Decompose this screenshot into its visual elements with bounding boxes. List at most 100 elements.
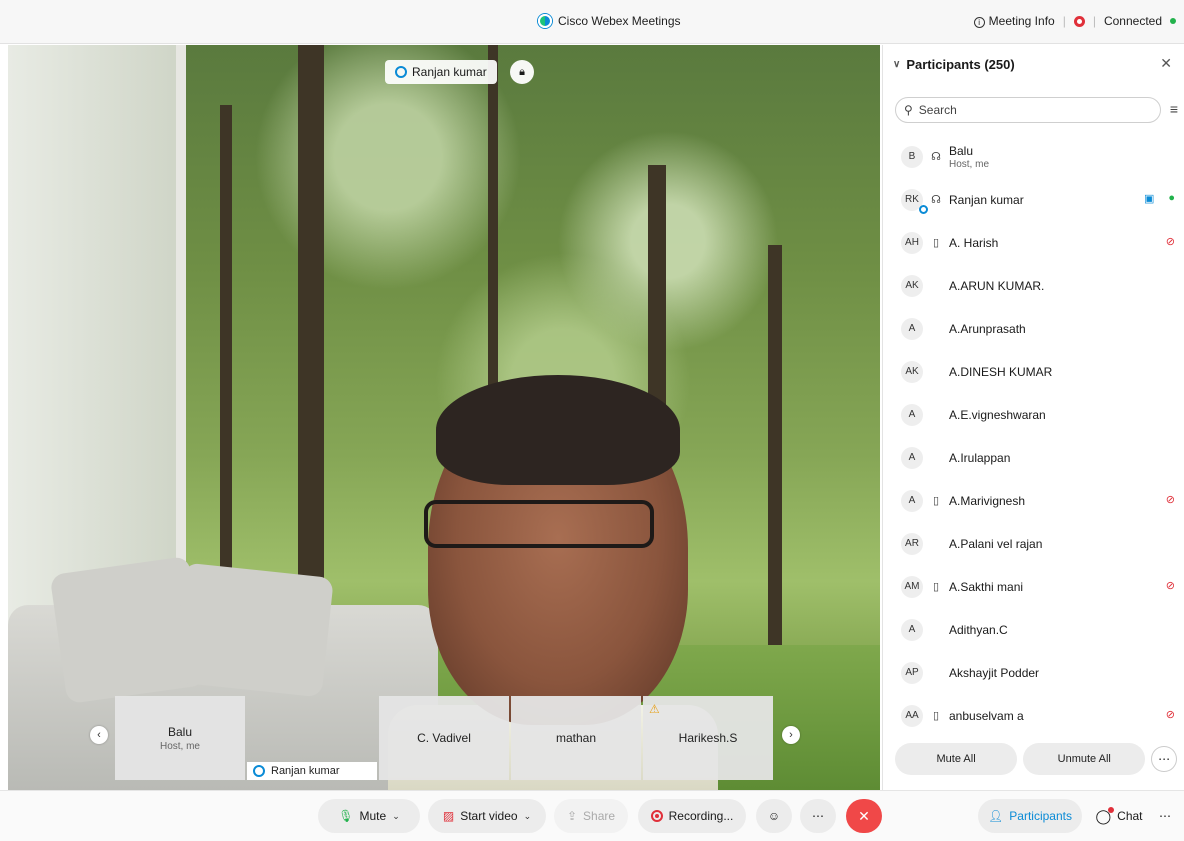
share-label: Share [583,809,616,823]
participants-panel: ∨ Participants (250) ✕ ⚲ Search ≡ B ☊ Balu… [882,45,1184,790]
participants-button[interactable]: 👤︎ Participants [978,799,1082,833]
participant-name-block: Ranjan kumar [949,193,1024,207]
filmstrip-prev-button[interactable]: ‹ [90,726,108,744]
microphone-muted-icon[interactable]: ⊘ [1166,493,1175,506]
participant-name: A. Harish [949,235,999,250]
avatar-initials: AH [905,237,919,248]
more-options-icon: ⋯ [812,809,824,823]
participant-list: B ☊ Balu Host, me RK ☊ Ranjan kumar ▣ ● AH ▯ A. Har… [883,135,1184,737]
speaker-glasses [424,500,654,548]
mute-all-button[interactable]: Mute All [895,743,1018,775]
chevron-down-icon[interactable]: ⌄ [524,811,532,822]
participant-name-block: A.E.vigneshwaran [949,408,1046,422]
participant-row[interactable]: AH ▯ A. Harish ⊘ [883,221,1184,264]
avatar-initials: A [908,409,916,420]
panel-actions: Mute All Unmute All ⋯ [895,742,1177,776]
more-options-button[interactable]: ⋯ [800,799,836,833]
share-button[interactable]: ⇪ Share [554,799,628,833]
microphone-muted-icon[interactable]: ⊘ [1166,708,1175,721]
app-title: Cisco Webex Meetings [538,14,681,28]
connection-dot-icon [1170,18,1176,24]
panel-header[interactable]: ∨ Participants (250) [893,57,1015,72]
filmstrip-tile[interactable]: Balu Host, me [115,696,245,780]
participant-name: A.E.vigneshwaran [949,407,1046,422]
participant-row[interactable]: AK A.DINESH KUMAR [883,350,1184,393]
tile-name: Harikesh.S [678,731,738,745]
filmstrip-next-button[interactable]: › [782,726,800,744]
cushion [172,562,334,698]
participant-row[interactable]: AR A.Palani vel rajan [883,522,1184,565]
more-options-button[interactable]: ⋯ [1150,799,1180,833]
sort-icon[interactable]: ≡ [1170,101,1178,117]
avatar-initials: RK [905,194,919,205]
collapse-chevron-icon[interactable]: ∨ [893,59,900,70]
avatar: RK [901,188,928,214]
participant-row[interactable]: AP Akshayjit Podder [883,651,1184,694]
filmstrip-tile[interactable]: mathan [511,696,641,780]
chat-button[interactable]: ◯ Chat [1088,799,1150,833]
webex-logo-icon [538,14,552,28]
avatar-initials: A [908,495,916,506]
participant-row[interactable]: B ☊ Balu Host, me [883,135,1184,178]
participant-row[interactable]: RK ☊ Ranjan kumar ▣ ● [883,178,1184,221]
participant-role: Host, me [949,158,990,170]
participant-row[interactable]: A ▯ A.Marivignesh ⊘ [883,479,1184,522]
window-frame [176,45,186,605]
tile-name: Ranjan kumar [271,765,340,777]
phone-icon: ▯ [932,495,940,507]
filmstrip-tile-video[interactable]: Ranjan kumar [247,696,377,780]
mute-button[interactable]: 🎙︎ Mute ⌄ [318,799,420,833]
end-meeting-button[interactable]: ✕ [846,799,882,833]
active-speaker-name: Ranjan kumar [412,65,487,79]
close-icon: ✕ [858,807,870,824]
participant-name: Ranjan kumar [949,192,1024,207]
reactions-button[interactable]: ☺ [756,799,792,833]
participant-row[interactable]: AM ▯ A.Sakthi mani ⊘ [883,565,1184,608]
avatar: A [901,489,923,512]
search-input[interactable]: ⚲ Search [895,97,1161,123]
recording-button[interactable]: Recording... [638,799,746,833]
filmstrip: Balu Host, me Ranjan kumar C. Vadivel ma… [115,696,773,780]
participant-row[interactable]: AA ▯ anbuselvam a ⊘ [883,694,1184,737]
active-speaker-label: Ranjan kumar [385,60,497,84]
video-off-icon: ▨ [442,809,455,823]
participant-row[interactable]: A Adithyan.C [883,608,1184,651]
start-video-button[interactable]: ▨ Start video ⌄ [428,799,546,833]
filmstrip-tile[interactable]: C. Vadivel [379,696,509,780]
record-icon [650,810,663,822]
microphone-muted-icon[interactable]: ⊘ [1166,579,1175,592]
headset-icon: ☊ [931,151,941,163]
avatar: A [901,618,923,641]
app-title-text: Cisco Webex Meetings [558,14,681,28]
participant-row[interactable]: A A.E.vigneshwaran [883,393,1184,436]
participant-status: ⊘ [1166,708,1175,721]
tile-name: C. Vadivel [417,731,471,745]
participant-row[interactable]: AK A.ARUN KUMAR. [883,264,1184,307]
video-stage[interactable]: Ranjan kumar 🔒︎ [8,45,880,790]
lock-icon[interactable]: 🔒︎ [510,60,534,84]
tile-video-label: Ranjan kumar [247,762,377,780]
recording-indicator-icon[interactable] [1073,15,1085,27]
more-options-icon[interactable]: ⋯ [1151,746,1177,772]
search-placeholder: Search [918,103,957,117]
participant-row[interactable]: A A.Irulappan [883,436,1184,479]
start-video-label: Start video [460,809,518,823]
avatar-initials: B [908,151,916,162]
avatar: AM [901,575,923,598]
chat-label: Chat [1117,809,1143,823]
filmstrip-tile[interactable]: ⚠︎ Harikesh.S [643,696,773,780]
meeting-info-button[interactable]: i Meeting Info [973,14,1055,28]
participant-row[interactable]: A A.Arunprasath [883,307,1184,350]
participant-status: ⊘ [1166,235,1175,248]
microphone-muted-icon[interactable]: ⊘ [1166,235,1175,248]
microphone-on-icon[interactable]: ● [1168,192,1175,205]
warning-icon: ⚠︎ [649,702,660,716]
avatar: B [901,145,923,168]
tile-name: Balu [167,724,193,739]
close-icon[interactable]: ✕ [1160,55,1172,72]
chevron-down-icon[interactable]: ⌄ [392,811,400,822]
panel-title: Participants (250) [906,57,1015,72]
speaker-hair [436,375,680,485]
unmute-all-button[interactable]: Unmute All [1023,743,1146,775]
audio-connection-icon [395,66,407,78]
